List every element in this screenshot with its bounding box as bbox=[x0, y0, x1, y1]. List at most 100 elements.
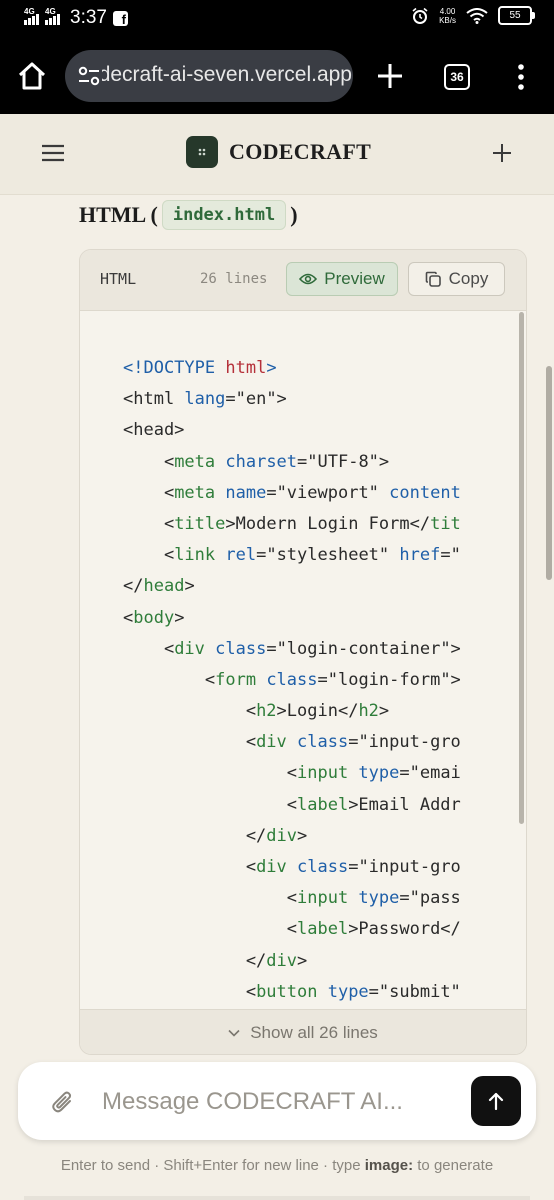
copy-button[interactable]: Copy bbox=[408, 262, 505, 296]
code-token: ="input-gro bbox=[348, 857, 461, 877]
code-token: h2 bbox=[256, 701, 277, 722]
code-line: <head> bbox=[123, 415, 461, 446]
home-icon[interactable] bbox=[14, 58, 50, 94]
code-token: < bbox=[123, 545, 175, 566]
show-all-button[interactable]: Show all 26 lines bbox=[80, 1009, 526, 1054]
code-line: <input type="emai bbox=[123, 758, 461, 789]
status-right: 4.00 KB/s 55 bbox=[411, 6, 535, 25]
preview-label: Preview bbox=[324, 269, 385, 288]
message-input[interactable] bbox=[100, 1084, 464, 1120]
code-token: ="login-form"> bbox=[317, 669, 461, 690]
code-line: <title>Modern Login Form</tit bbox=[123, 509, 461, 540]
section-heading: HTML ( index.html ) bbox=[79, 198, 298, 232]
facebook-icon: f bbox=[112, 10, 128, 26]
site-settings-icon[interactable] bbox=[77, 65, 101, 87]
new-tab-icon[interactable] bbox=[376, 62, 404, 90]
code-token: < bbox=[123, 669, 216, 690]
copy-icon bbox=[425, 271, 441, 287]
signal-icon-2: 4G bbox=[45, 7, 60, 25]
code-token: rel bbox=[225, 545, 257, 566]
code-token: ="emai bbox=[399, 763, 461, 784]
code-token: input bbox=[297, 888, 359, 909]
app-name: CODECRAFT bbox=[229, 139, 372, 164]
code-token: lang bbox=[184, 389, 226, 410]
code-line: </div> bbox=[123, 821, 461, 852]
code-token: div bbox=[174, 638, 216, 659]
code-line: <div class="input-gro bbox=[123, 852, 461, 883]
code-token: form bbox=[215, 669, 267, 690]
code-token: button bbox=[256, 981, 328, 1002]
code-token: < bbox=[123, 888, 297, 909]
code-line: <html lang="en"> bbox=[123, 384, 461, 415]
code-token: label bbox=[297, 794, 349, 815]
code-token: label bbox=[297, 919, 349, 940]
code-line: <meta name="viewport" content bbox=[123, 478, 461, 509]
code-line: <label>Email Addr bbox=[123, 790, 461, 821]
code-token: link bbox=[174, 545, 226, 566]
code-line: <link rel="stylesheet" href=" bbox=[123, 540, 461, 571]
code-token: class bbox=[266, 669, 318, 690]
code-token: content bbox=[389, 482, 461, 503]
code-token: ="pass bbox=[399, 888, 461, 909]
code-token: div bbox=[256, 732, 298, 753]
code-token: tit bbox=[430, 513, 461, 534]
code-token: < bbox=[123, 451, 175, 472]
message-composer bbox=[18, 1062, 536, 1140]
hamburger-menu-icon[interactable] bbox=[42, 144, 64, 162]
code-token: >Login</ bbox=[276, 701, 359, 722]
wifi-icon bbox=[466, 7, 488, 24]
code-token: div bbox=[266, 950, 298, 971]
code-token: <html bbox=[123, 389, 185, 410]
code-block: HTML 26 lines Preview Copy <!DOCTYPE htm… bbox=[79, 249, 527, 1055]
battery-icon: 55 bbox=[498, 6, 535, 25]
code-token: < bbox=[123, 794, 297, 815]
preview-button[interactable]: Preview bbox=[286, 262, 398, 296]
tabs-icon[interactable]: 36 bbox=[444, 64, 470, 90]
show-all-label: Show all 26 lines bbox=[250, 1022, 378, 1042]
code-line: <h2>Login</h2> bbox=[123, 696, 461, 727]
code-token: </ bbox=[123, 576, 144, 597]
more-menu-icon[interactable] bbox=[514, 63, 528, 91]
code-token: name bbox=[225, 482, 267, 503]
line-count: 26 lines bbox=[200, 271, 268, 287]
hint-text-2: to generate bbox=[413, 1157, 494, 1174]
address-bar[interactable]: codecraft-ai-seven.vercel.app bbox=[65, 50, 353, 102]
code-token: ="input-gro bbox=[348, 732, 461, 753]
send-arrow-icon bbox=[488, 1092, 504, 1110]
code-token: meta bbox=[174, 482, 226, 503]
speed-value: 4.00 bbox=[439, 6, 456, 16]
code-token: html bbox=[225, 358, 267, 378]
code-token: < bbox=[123, 763, 297, 784]
code-token: < bbox=[123, 513, 175, 534]
code-viewport[interactable]: <!DOCTYPE html> <html lang="en"> <head> <m… bbox=[80, 311, 516, 1009]
send-button[interactable] bbox=[471, 1076, 521, 1126]
code-token: ="stylesheet" bbox=[256, 545, 400, 566]
code-token: < bbox=[123, 607, 134, 628]
page-scrollbar[interactable] bbox=[546, 366, 552, 580]
network-speed: 4.00 KB/s bbox=[439, 7, 456, 25]
network-type-2: 4G bbox=[45, 7, 56, 16]
code-token: < bbox=[123, 919, 297, 940]
language-label: HTML bbox=[100, 270, 137, 288]
hint-keyword: image: bbox=[364, 1157, 414, 1174]
attach-icon[interactable] bbox=[50, 1088, 76, 1116]
code-token: type bbox=[327, 981, 369, 1002]
code-token: class bbox=[215, 638, 267, 659]
code-token: </ bbox=[123, 950, 267, 971]
code-token: ="en"> bbox=[225, 389, 287, 410]
code-line: <input type="pass bbox=[123, 883, 461, 914]
code-token: > bbox=[378, 701, 390, 722]
code-token: ="viewport" bbox=[266, 482, 390, 503]
code-token: input bbox=[297, 763, 359, 784]
code-token: div bbox=[266, 825, 298, 846]
code-token: div bbox=[256, 857, 298, 877]
status-left: 4G 4G 3:37 f bbox=[24, 7, 128, 29]
plus-icon[interactable] bbox=[492, 143, 512, 163]
hint-text-1: Enter to send · Shift+Enter for new line… bbox=[60, 1157, 365, 1174]
code-token: <!DOCTYPE bbox=[123, 358, 226, 378]
code-token: meta bbox=[174, 451, 226, 472]
copy-label: Copy bbox=[448, 269, 489, 288]
code-lines: <!DOCTYPE html> <html lang="en"> <head> <m… bbox=[123, 353, 461, 1008]
code-scrollbar[interactable] bbox=[519, 312, 524, 824]
code-token: > bbox=[297, 950, 308, 971]
